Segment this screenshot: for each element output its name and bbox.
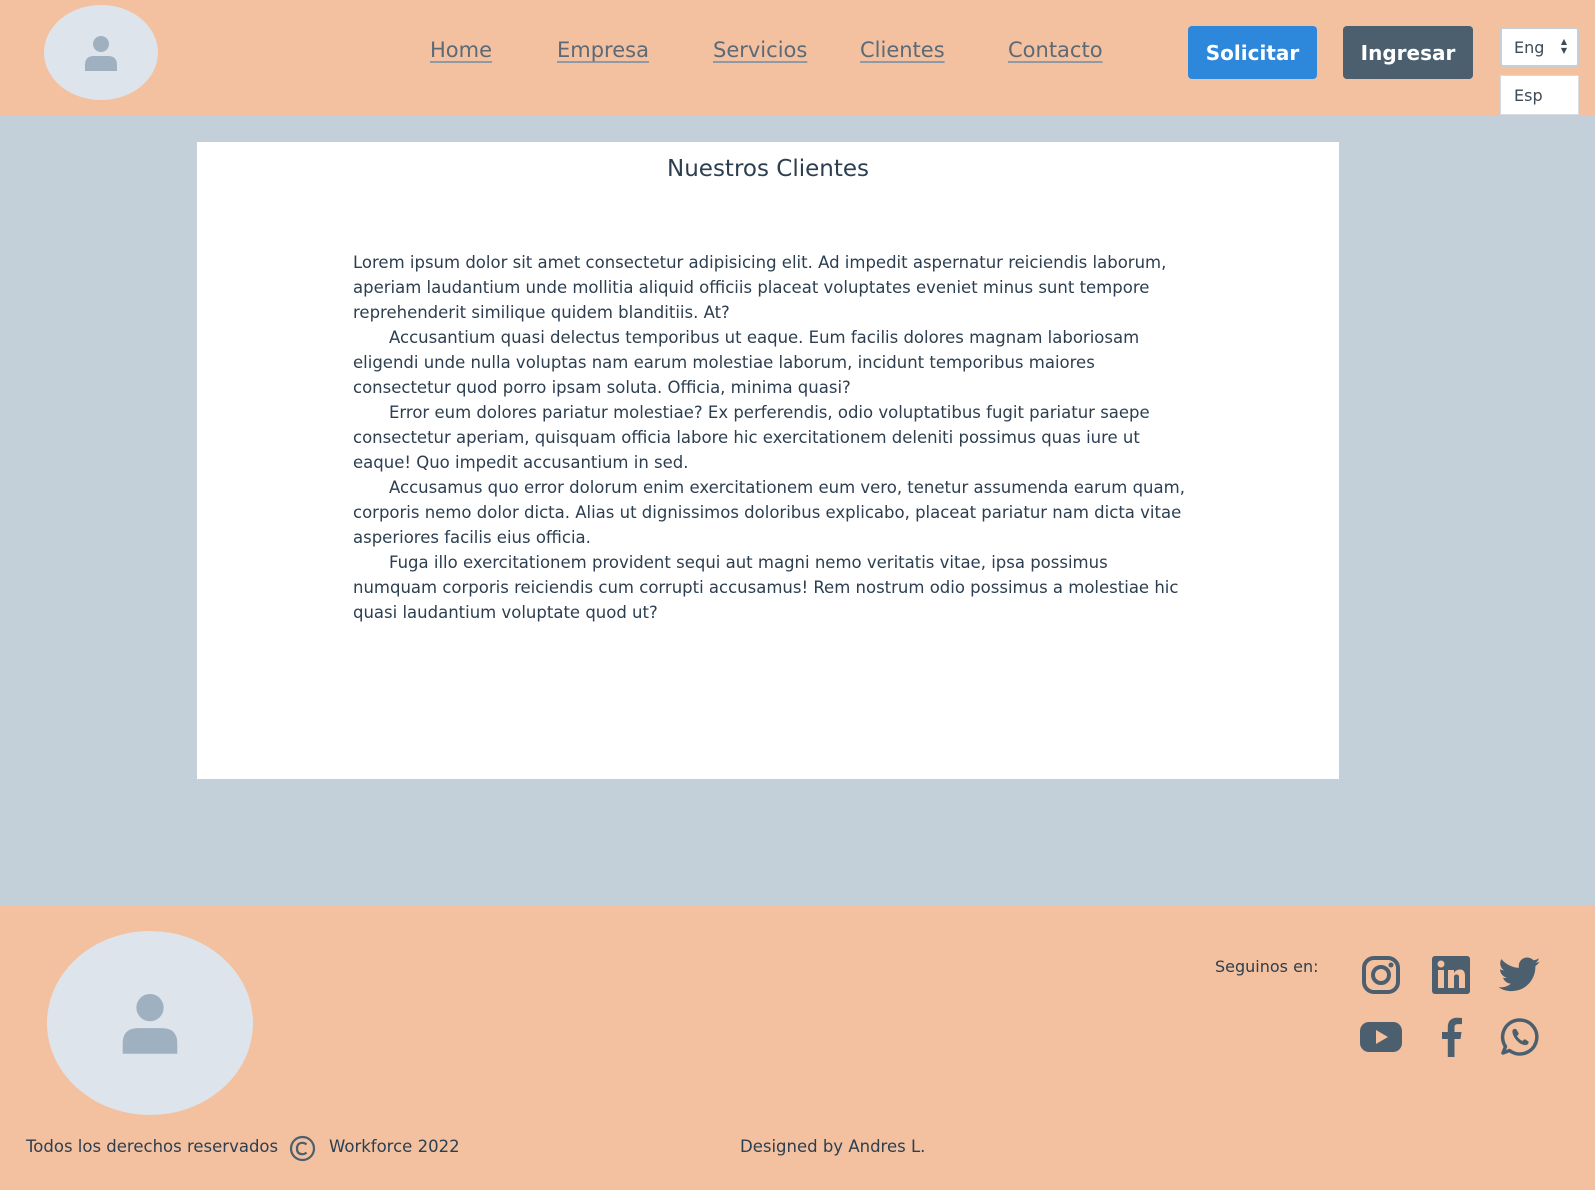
nav-empresa-link[interactable]: Empresa <box>557 38 649 62</box>
site-footer: Seguinos en: Todos los derechos reservad… <box>0 905 1595 1190</box>
content-card: Nuestros Clientes Lorem ipsum dolor sit … <box>197 142 1339 779</box>
designer-credit-text: Designed by Andres L. <box>740 1137 926 1156</box>
nav-contacto-link[interactable]: Contacto <box>1008 38 1103 62</box>
nav-home-link[interactable]: Home <box>430 38 492 62</box>
paragraph: Accusamus quo error dolorum enim exercit… <box>353 478 1185 547</box>
paragraph: Lorem ipsum dolor sit amet consectetur a… <box>353 253 1167 322</box>
paragraph: Error eum dolores pariatur molestiae? Ex… <box>353 403 1150 472</box>
whatsapp-icon[interactable] <box>1499 1016 1541 1058</box>
language-selected-value: Eng <box>1514 37 1545 57</box>
ingresar-button[interactable]: Ingresar <box>1343 26 1473 79</box>
language-select[interactable]: Eng ▲ ▼ <box>1500 27 1579 67</box>
youtube-icon[interactable] <box>1360 1016 1402 1058</box>
paragraph: Accusantium quasi delectus temporibus ut… <box>353 328 1140 397</box>
header-logo-placeholder[interactable] <box>44 5 158 100</box>
page-title: Nuestros Clientes <box>667 156 869 182</box>
twitter-icon[interactable] <box>1499 954 1541 996</box>
nav-clientes-link[interactable]: Clientes <box>860 38 945 62</box>
facebook-icon[interactable] <box>1430 1016 1472 1058</box>
paragraph: Fuga illo exercitationem provident sequi… <box>353 553 1179 622</box>
select-arrows-icon: ▲ ▼ <box>1560 37 1567 55</box>
site-header: Home Empresa Servicios Clientes Contacto… <box>0 0 1595 115</box>
follow-us-label: Seguinos en: <box>1215 957 1319 976</box>
solicitar-button[interactable]: Solicitar <box>1188 26 1317 79</box>
footer-logo-placeholder[interactable] <box>47 931 253 1115</box>
rights-reserved-text: Todos los derechos reservados <box>26 1137 279 1156</box>
language-option-esp[interactable]: Esp <box>1500 75 1579 115</box>
copyright-icon <box>289 1135 316 1162</box>
instagram-icon[interactable] <box>1360 954 1402 996</box>
company-copyright-text: Workforce 2022 <box>329 1137 460 1156</box>
user-icon <box>85 35 117 71</box>
card-body-text: Lorem ipsum dolor sit amet consectetur a… <box>353 250 1185 625</box>
nav-servicios-link[interactable]: Servicios <box>713 38 807 62</box>
linkedin-icon[interactable] <box>1430 954 1472 996</box>
user-icon <box>122 994 178 1054</box>
